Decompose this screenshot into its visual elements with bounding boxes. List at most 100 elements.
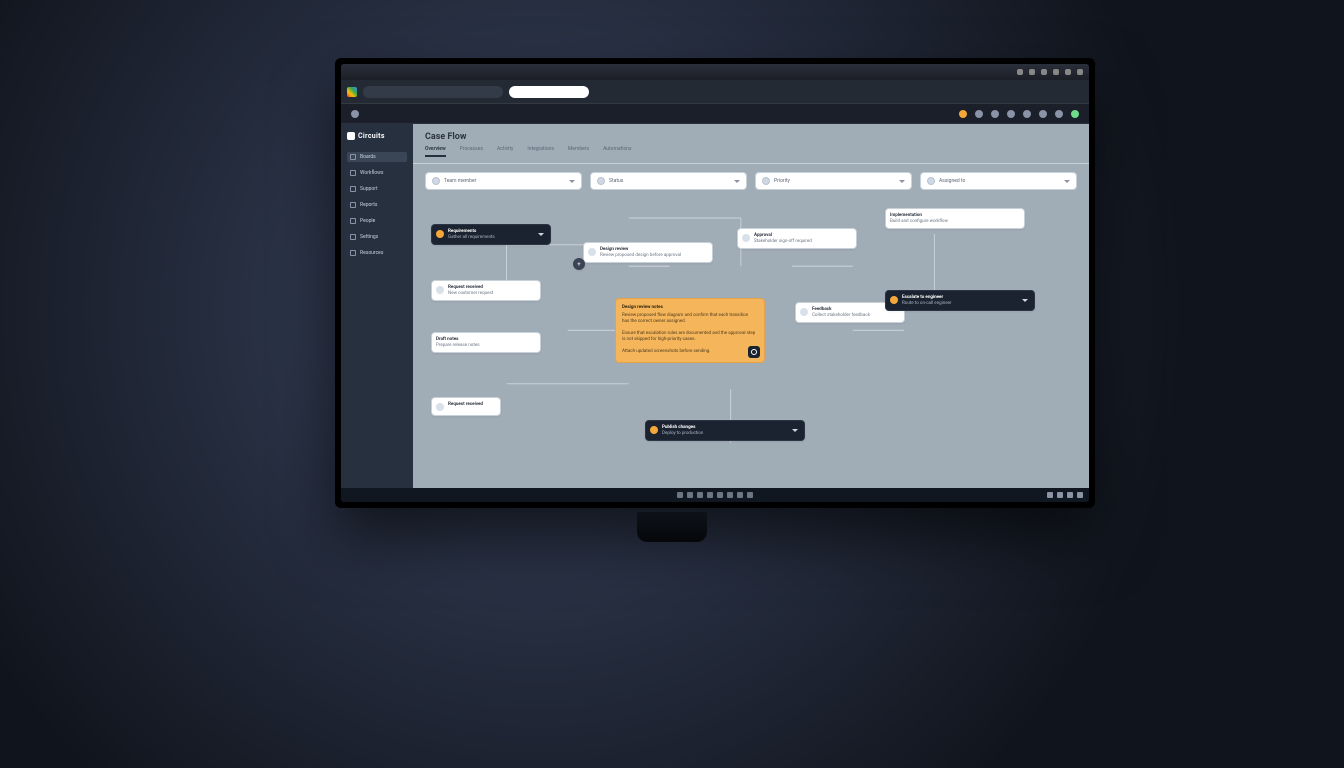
close-icon[interactable] <box>1077 69 1083 75</box>
flow-node-requirements[interactable]: RequirementsGather all requirements <box>431 224 551 245</box>
tab-processes[interactable]: Processes <box>460 146 483 157</box>
avatar-icon <box>588 248 596 256</box>
avatar-icon <box>436 403 444 411</box>
menu-icon[interactable] <box>351 110 359 118</box>
chevron-down-icon <box>1022 299 1028 302</box>
filter-status[interactable]: Status <box>590 172 747 190</box>
dot-icon <box>762 177 770 185</box>
page-title: Case Flow <box>413 124 1089 146</box>
taskbar-app-icon[interactable] <box>727 492 733 498</box>
brand-logo-icon <box>347 132 355 140</box>
flow-node-publish[interactable]: Publish changesDeploy to production <box>645 420 805 441</box>
flow-icon <box>350 170 356 176</box>
tray-icon[interactable] <box>1041 69 1047 75</box>
notifications-icon[interactable] <box>959 110 967 118</box>
bell-icon[interactable] <box>1039 110 1047 118</box>
avatar-icon <box>650 426 658 434</box>
avatar-icon <box>890 296 898 304</box>
support-icon <box>350 186 356 192</box>
avatar-icon <box>742 234 750 242</box>
monitor-frame: Circuits Boards Workflows Support Report… <box>335 58 1095 508</box>
tray-icon[interactable] <box>1017 69 1023 75</box>
tab-integrations[interactable]: Integrations <box>527 146 554 157</box>
sidebar-item-workflows[interactable]: Workflows <box>347 168 407 178</box>
book-icon <box>350 250 356 256</box>
avatar-icon <box>800 308 808 316</box>
chevron-down-icon <box>1064 180 1070 183</box>
brand[interactable]: Circuits <box>347 132 407 140</box>
search-icon[interactable] <box>1023 110 1031 118</box>
person-icon <box>432 177 440 185</box>
chevron-down-icon <box>569 180 575 183</box>
screen: Circuits Boards Workflows Support Report… <box>341 64 1089 502</box>
taskbar-app-icon[interactable] <box>677 492 683 498</box>
sidebar-item-reports[interactable]: Reports <box>347 200 407 210</box>
taskbar-app-icon[interactable] <box>717 492 723 498</box>
chevron-down-icon <box>792 429 798 432</box>
apps-icon[interactable] <box>975 110 983 118</box>
tab-members[interactable]: Members <box>568 146 589 157</box>
moon-icon[interactable] <box>1055 110 1063 118</box>
flow-canvas[interactable]: RequirementsGather all requirements Desi… <box>425 202 1077 480</box>
chevron-down-icon <box>734 180 740 183</box>
brand-name: Circuits <box>358 132 385 140</box>
tab-bar: Overview Processes Activity Integrations… <box>413 146 1089 164</box>
minimize-icon[interactable] <box>1053 69 1059 75</box>
settings-icon[interactable] <box>1007 110 1015 118</box>
tray-battery-icon[interactable] <box>1067 492 1073 498</box>
flow-node-person[interactable]: Request received <box>431 397 501 416</box>
flow-node-implementation[interactable]: ImplementationBuild and configure workfl… <box>885 208 1025 229</box>
filter-row: Team member Status Priority Assigned to <box>413 164 1089 198</box>
sidebar: Circuits Boards Workflows Support Report… <box>341 124 413 488</box>
tray-volume-icon[interactable] <box>1057 492 1063 498</box>
flow-node-approval[interactable]: ApprovalStakeholder sign-off required <box>737 228 857 249</box>
taskbar-app-icon[interactable] <box>747 492 753 498</box>
chevron-down-icon <box>899 180 905 183</box>
os-titlebar <box>341 64 1089 80</box>
tab-activity[interactable]: Activity <box>497 146 513 157</box>
avatar-icon[interactable] <box>1071 110 1079 118</box>
gear-icon <box>350 234 356 240</box>
filter-priority[interactable]: Priority <box>755 172 912 190</box>
flow-node-draft-notes[interactable]: Draft notesPrepare release notes <box>431 332 541 353</box>
browser-toolbar <box>341 80 1089 104</box>
taskbar-app-icon[interactable] <box>707 492 713 498</box>
sidebar-item-settings[interactable]: Settings <box>347 232 407 242</box>
search-input[interactable] <box>509 86 589 98</box>
windows-taskbar[interactable] <box>341 488 1089 502</box>
monitor-stand <box>637 512 707 542</box>
favicon-icon <box>347 87 357 97</box>
app-body: Circuits Boards Workflows Support Report… <box>341 124 1089 488</box>
sidebar-item-boards[interactable]: Boards <box>347 152 407 162</box>
note-action-button[interactable] <box>748 346 760 358</box>
filter-assigned[interactable]: Assigned to <box>920 172 1077 190</box>
tray-icon[interactable] <box>1029 69 1035 75</box>
sticky-note[interactable]: Design review notes Review proposed flow… <box>615 298 765 363</box>
people-icon <box>350 218 356 224</box>
app-header <box>341 104 1089 124</box>
person-icon <box>927 177 935 185</box>
sidebar-item-people[interactable]: People <box>347 216 407 226</box>
report-icon <box>350 202 356 208</box>
flow-node-escalate[interactable]: Escalate to engineerRoute to on-call eng… <box>885 290 1035 311</box>
taskbar-app-icon[interactable] <box>687 492 693 498</box>
flow-connector[interactable]: + <box>573 258 585 270</box>
chevron-down-icon <box>538 233 544 236</box>
tab-overview[interactable]: Overview <box>425 146 446 157</box>
taskbar-app-icon[interactable] <box>737 492 743 498</box>
avatar-icon <box>436 286 444 294</box>
tray-clock[interactable] <box>1077 492 1083 498</box>
sidebar-item-resources[interactable]: Resources <box>347 248 407 258</box>
content: Case Flow Overview Processes Activity In… <box>413 124 1089 488</box>
sidebar-item-support[interactable]: Support <box>347 184 407 194</box>
maximize-icon[interactable] <box>1065 69 1071 75</box>
tray-wifi-icon[interactable] <box>1047 492 1053 498</box>
filter-team-member[interactable]: Team member <box>425 172 582 190</box>
flow-node-request[interactable]: Request receivedNew customer request <box>431 280 541 301</box>
tab-automations[interactable]: Automations <box>603 146 632 157</box>
flow-node-design-review[interactable]: Design reviewReview proposed design befo… <box>583 242 713 263</box>
taskbar-app-icon[interactable] <box>697 492 703 498</box>
address-bar[interactable] <box>363 86 503 98</box>
person-icon <box>597 177 605 185</box>
help-icon[interactable] <box>991 110 999 118</box>
